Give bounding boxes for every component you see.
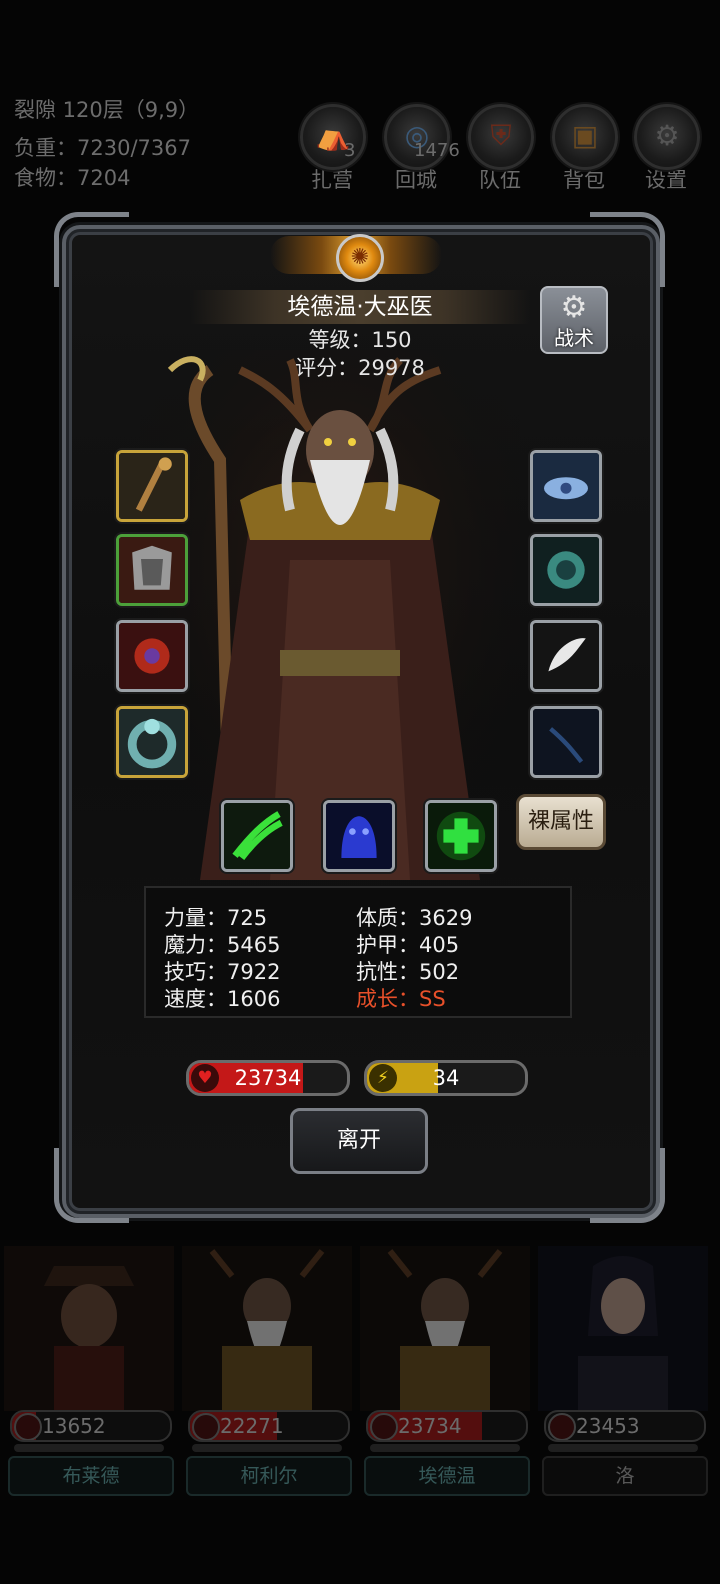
member-hp-value: 13652 xyxy=(42,1414,106,1438)
party-member-card[interactable]: 22271 柯利尔 xyxy=(182,1246,352,1496)
member-mp-bar xyxy=(548,1444,698,1452)
settings-button[interactable]: ⚙ 设置 xyxy=(634,104,700,194)
sun-emblem-icon: ✺ xyxy=(336,234,384,282)
team-button[interactable]: ⛨ 队伍 xyxy=(468,104,534,194)
member-hp-bar: 23453 xyxy=(544,1410,706,1442)
armor-slot[interactable] xyxy=(116,534,188,606)
heart-icon xyxy=(192,1413,220,1440)
panel-corner-ornament xyxy=(54,1148,129,1223)
heart-icon xyxy=(14,1413,42,1440)
hero-level: 等级：150 xyxy=(308,328,412,352)
camp-badge: 3 xyxy=(344,140,356,161)
heart-icon xyxy=(370,1413,398,1440)
member-mp-bar xyxy=(370,1444,520,1452)
member-mp-bar xyxy=(192,1444,342,1452)
member-portrait xyxy=(538,1246,708,1411)
member-name: 布莱德 xyxy=(8,1456,174,1496)
wing-icon xyxy=(533,623,599,689)
stat-growth: 成长：SS xyxy=(356,987,446,1011)
armor-icon xyxy=(119,537,185,603)
stat-skill: 技巧：7922 xyxy=(164,960,281,984)
party-member-card[interactable]: 23453 洛 xyxy=(538,1246,708,1496)
camp-icon: ⛺ xyxy=(300,104,366,170)
member-name: 埃德温 xyxy=(364,1456,530,1496)
panel-corner-ornament xyxy=(590,212,665,287)
weapon-slot[interactable] xyxy=(116,450,188,522)
heart-icon xyxy=(548,1413,576,1440)
member-hp-bar: 22271 xyxy=(188,1410,350,1442)
blue-spirit-icon xyxy=(326,803,392,869)
location-text: 裂隙 120层（9,9） xyxy=(14,98,200,122)
member-name: 柯利尔 xyxy=(186,1456,352,1496)
amulet-icon xyxy=(119,623,185,689)
skill-slot-2[interactable] xyxy=(323,800,395,872)
mp-bar: ⚡ 34 xyxy=(364,1060,528,1096)
naked-attributes-button[interactable]: 裸属性 xyxy=(516,794,606,850)
member-hp-value: 22271 xyxy=(220,1414,284,1438)
skill-slot-3[interactable] xyxy=(425,800,497,872)
mp-value: 34 xyxy=(432,1066,460,1090)
panel-corner-ornament xyxy=(590,1148,665,1223)
member-portrait xyxy=(4,1246,174,1411)
heal-cross-icon xyxy=(428,803,494,869)
member-hp-value: 23734 xyxy=(398,1414,462,1438)
staff-icon xyxy=(119,453,185,519)
orb-icon xyxy=(533,537,599,603)
amulet-slot[interactable] xyxy=(116,620,188,692)
party-member-card[interactable]: 23734 埃德温 xyxy=(360,1246,530,1496)
hp-bar: ♥ 23734 xyxy=(186,1060,350,1096)
hero-name: 埃德温·大巫医 xyxy=(190,290,530,324)
member-hp-bar: 23734 xyxy=(366,1410,528,1442)
tactic-button[interactable]: ⚙ 战术 xyxy=(540,286,608,354)
stat-armor: 护甲：405 xyxy=(356,933,460,957)
member-name: 洛 xyxy=(542,1456,708,1496)
stat-speed: 速度：1606 xyxy=(164,987,281,1011)
stat-magic: 魔力：5465 xyxy=(164,933,281,957)
shadow-icon xyxy=(533,709,599,775)
food-text: 食物：7204 xyxy=(14,166,131,190)
camp-button[interactable]: ⛺ 扎营 3 xyxy=(300,104,366,194)
ring-icon xyxy=(119,709,185,775)
leave-button[interactable]: 离开 xyxy=(290,1108,428,1174)
gear-icon: ⚙ xyxy=(560,290,588,325)
return-city-button[interactable]: ◎ 回城 1476 xyxy=(384,104,460,194)
gear-icon: ⚙ xyxy=(634,104,700,170)
member-mp-bar xyxy=(14,1444,164,1452)
frost-crown-icon xyxy=(533,453,599,519)
return-city-badge: 1476 xyxy=(414,140,460,161)
load-text: 负重：7230/7367 xyxy=(14,136,191,160)
team-icon: ⛨ xyxy=(468,104,534,170)
member-portrait xyxy=(182,1246,352,1411)
wing-slot[interactable] xyxy=(530,620,602,692)
green-claw-icon xyxy=(224,803,290,869)
hp-value: 23734 xyxy=(234,1066,302,1090)
orb-slot[interactable] xyxy=(530,534,602,606)
member-hp-bar: 13652 xyxy=(10,1410,172,1442)
helmet-slot[interactable] xyxy=(530,450,602,522)
stat-resistance: 抗性：502 xyxy=(356,960,460,984)
hero-score: 评分：29978 xyxy=(295,356,425,380)
party-member-card[interactable]: 13652 布莱德 xyxy=(4,1246,174,1496)
panel-corner-ornament xyxy=(54,212,129,287)
ring-slot[interactable] xyxy=(116,706,188,778)
member-portrait xyxy=(360,1246,530,1411)
bag-button[interactable]: ▣ 背包 xyxy=(552,104,618,194)
bag-icon: ▣ xyxy=(552,104,618,170)
stat-strength: 力量：725 xyxy=(164,906,268,930)
member-hp-value: 23453 xyxy=(576,1414,640,1438)
tactic-label: 战术 xyxy=(554,326,594,350)
skill-slot-1[interactable] xyxy=(221,800,293,872)
stat-constitution: 体质：3629 xyxy=(356,906,473,930)
boots-slot[interactable] xyxy=(530,706,602,778)
